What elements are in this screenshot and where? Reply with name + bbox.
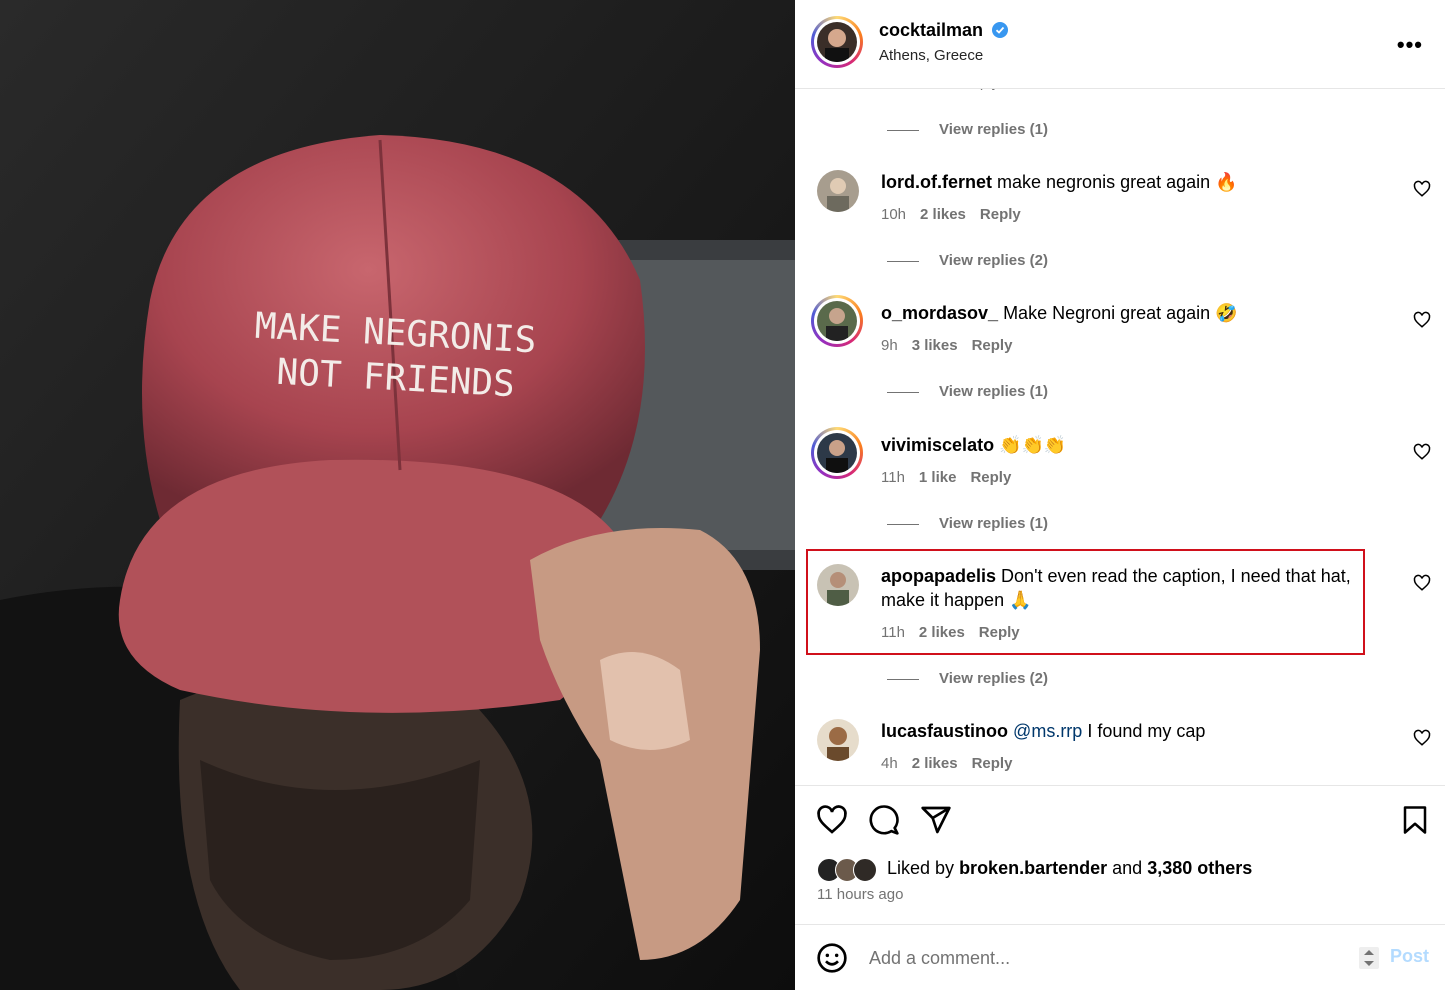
comment-text: lucasfaustinoo @ms.rrp I found my cap [881,721,1206,741]
like-comment-heart-icon[interactable] [1413,729,1431,747]
comment-meta: 11h 2 likes Reply [881,624,1020,641]
reply-button[interactable]: Reply [979,624,1020,641]
view-replies-button[interactable]: View replies (2) [887,252,1048,269]
liked-by-avatars[interactable] [817,858,885,882]
comment-input[interactable] [867,944,1331,972]
view-replies-button[interactable]: View replies (1) [887,121,1048,138]
comment-text: lord.of.fernet make negronis great again… [881,172,1238,192]
more-options-icon[interactable]: ••• [1397,32,1423,58]
like-comment-heart-icon[interactable] [1413,311,1431,329]
reply-button[interactable]: Reply [970,469,1011,486]
emoji-icon[interactable] [816,942,848,974]
save-bookmark-icon[interactable] [1400,804,1430,836]
comment-username: vivimiscelato [881,435,995,455]
like-comment-heart-icon[interactable] [1413,574,1431,592]
comment-text: o_mordasov_ Make Negroni great again 🤣 [881,303,1238,323]
commenter-avatar[interactable] [811,427,863,479]
share-icon[interactable] [920,804,952,836]
like-comment-heart-icon[interactable] [1413,180,1431,198]
comment-text: vivimiscelato 👏👏👏 [881,435,1067,455]
post-time: 11 hours ago [817,886,904,903]
comment-meta: 11h 1 like Reply [881,469,1012,486]
liked-by-others-link[interactable]: 3,380 others [1147,858,1252,878]
comment-meta: 4h 2 likes Reply [881,755,1013,772]
like-comment-heart-icon[interactable] [1413,443,1431,461]
comment-icon[interactable] [868,804,900,836]
view-replies-button[interactable]: View replies (2) [887,670,1048,687]
comment-username: o_mordasov_ [881,303,999,323]
like-heart-icon[interactable] [816,804,848,836]
author-username[interactable]: cocktailman [879,20,983,40]
post-panel: cocktailman Athens, Greece ••• 3h1 likeR… [795,0,1445,990]
view-replies-button[interactable]: View replies (1) [887,383,1048,400]
comment-meta: 9h 3 likes Reply [881,337,1013,354]
comment-username: lord.of.fernet [881,172,992,192]
post-header: cocktailman Athens, Greece ••• [795,0,1445,89]
comment-username: lucasfaustinoo [881,721,1009,741]
post-location[interactable]: Athens, Greece [879,47,983,64]
commenter-avatar[interactable] [811,295,863,347]
liked-by-user-link[interactable]: broken.bartender [959,858,1107,878]
mention-link[interactable]: @ms.rrp [1013,721,1082,741]
comment-text: apopapadelis Don't even read the caption… [881,566,1351,610]
author-avatar[interactable] [811,16,863,68]
post-actions: Liked by broken.bartender and 3,380 othe… [795,785,1445,925]
verified-badge-icon [991,22,1008,43]
comment-username: apopapadelis [881,566,997,586]
post-photo[interactable]: MAKE NEGRONIS NOT FRIENDS [0,0,795,990]
reply-button[interactable]: Reply [980,206,1021,223]
add-comment-bar: Post [795,924,1445,990]
commenter-avatar[interactable] [817,564,859,606]
commenter-avatar[interactable] [817,170,859,212]
commenter-avatar[interactable] [817,719,859,761]
reply-button[interactable]: Reply [972,337,1013,354]
comment-meta: 10h 2 likes Reply [881,206,1021,223]
reply-button[interactable]: Reply [972,755,1013,772]
scroll-stepper-icon[interactable] [1358,946,1380,970]
post-comment-button[interactable]: Post [1390,946,1429,967]
liked-by-text: Liked by broken.bartender and 3,380 othe… [887,858,1253,878]
view-replies-button[interactable]: View replies (1) [887,515,1048,532]
post-image: MAKE NEGRONIS NOT FRIENDS [0,0,795,990]
comments-list[interactable]: 3h1 likeReply View replies (1) lord.of.f… [795,88,1445,785]
